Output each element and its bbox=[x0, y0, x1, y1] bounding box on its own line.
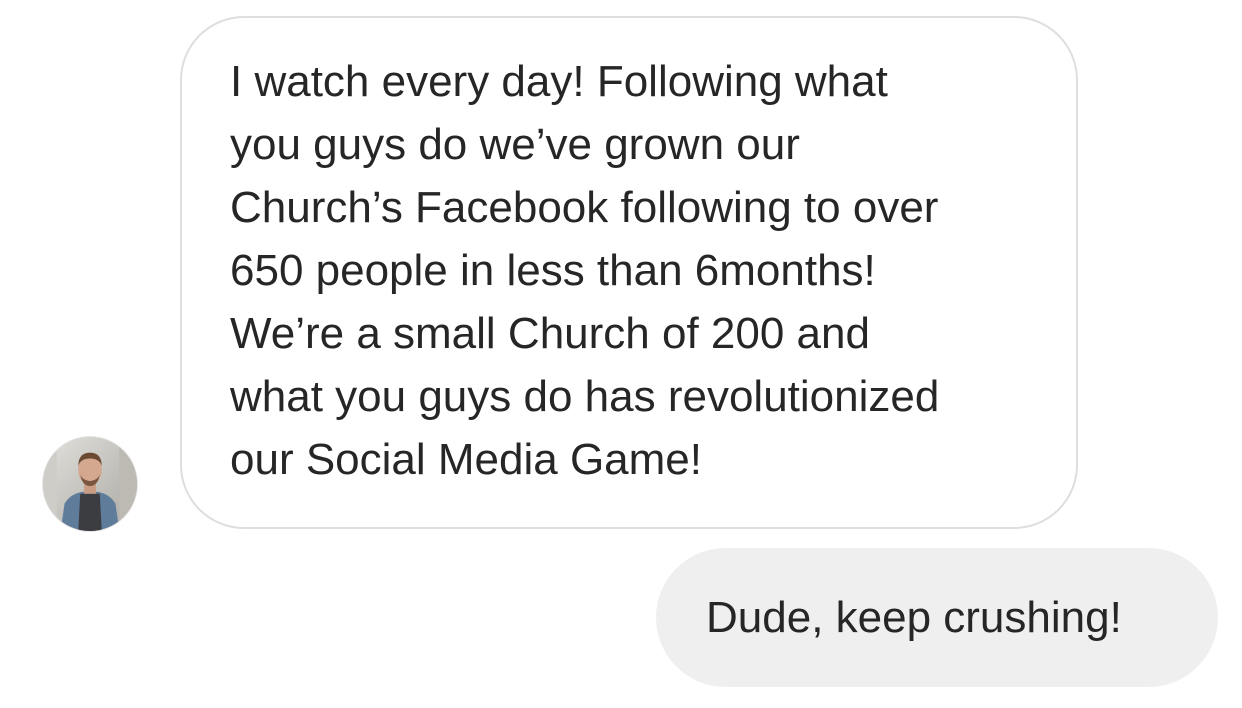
sent-message-text: Dude, keep crushing! bbox=[706, 593, 1122, 642]
message-line: our Social Media Game! bbox=[230, 435, 702, 484]
user-avatar-icon bbox=[43, 437, 137, 531]
sender-avatar[interactable] bbox=[42, 436, 138, 532]
message-line: Church’s Facebook following to over bbox=[230, 183, 939, 232]
message-line: I watch every day! Following what bbox=[230, 57, 888, 106]
message-line: 650 people in less than 6months! bbox=[230, 246, 876, 295]
sent-message-bubble[interactable]: Dude, keep crushing! bbox=[656, 548, 1218, 687]
message-line: We’re a small Church of 200 and bbox=[230, 309, 870, 358]
received-message-bubble[interactable]: I watch every day! Following what you gu… bbox=[180, 16, 1078, 529]
received-message-text: I watch every day! Following what you gu… bbox=[230, 50, 1050, 491]
message-line: what you guys do has revolutionized bbox=[230, 372, 940, 421]
message-line: you guys do we’ve grown our bbox=[230, 120, 800, 169]
chat-thread: I watch every day! Following what you gu… bbox=[0, 0, 1242, 708]
